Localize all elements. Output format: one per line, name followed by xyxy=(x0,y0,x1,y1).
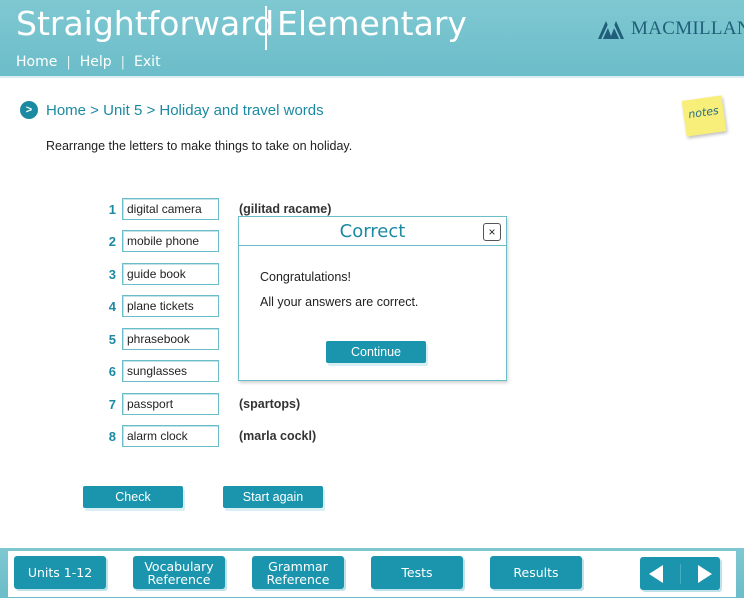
tests-label: Tests xyxy=(401,565,433,580)
answer-input[interactable]: passport xyxy=(122,393,219,415)
nav-home-link[interactable]: Home xyxy=(16,54,57,70)
publisher-name: MACMILLAN xyxy=(631,18,744,39)
dialog-message-body: All your answers are correct. xyxy=(260,295,419,309)
next-arrow-icon[interactable] xyxy=(697,564,712,583)
nav-separator: | xyxy=(120,54,126,70)
previous-arrow-icon[interactable] xyxy=(648,564,663,583)
grammar-label-line2: Reference xyxy=(266,571,330,587)
grammar-label-line1: Grammar xyxy=(268,558,328,574)
answer-input[interactable]: guide book xyxy=(122,263,219,285)
results-label: Results xyxy=(513,565,559,580)
page-navigation xyxy=(640,557,720,590)
units-label: Units 1-12 xyxy=(27,565,93,580)
close-icon[interactable]: × xyxy=(483,223,501,241)
brand-subtitle: Elementary xyxy=(277,4,467,43)
continue-button[interactable]: Continue xyxy=(326,341,426,363)
exercise-row: 1 digital camera (gilitad racame) xyxy=(100,197,331,221)
breadcrumb: > Home > Unit 5 > Holiday and travel wor… xyxy=(20,101,324,119)
exercise-row: 5 phrasebook xyxy=(100,327,219,351)
anagram-clue: (spartops) xyxy=(239,397,301,411)
instruction-text: Rearrange the letters to make things to … xyxy=(46,139,353,153)
item-number: 3 xyxy=(108,266,116,282)
anagram-clue: (marla cockl) xyxy=(239,429,317,443)
dialog-title: Correct xyxy=(239,217,506,246)
publisher-logo-icon xyxy=(598,21,624,40)
exercise-row: 2 mobile phone xyxy=(100,229,219,253)
vocabulary-reference-button[interactable]: Vocabulary Reference xyxy=(133,556,225,589)
answer-input[interactable]: digital camera xyxy=(122,198,219,220)
dialog-message-heading: Congratulations! xyxy=(260,270,352,284)
nav-separator: | xyxy=(66,54,71,70)
notes-sticky-button[interactable]: notes xyxy=(681,95,727,137)
breadcrumb-arrow-icon: > xyxy=(20,101,38,119)
item-number: 4 xyxy=(108,298,116,314)
item-number: 5 xyxy=(108,331,116,347)
vocabulary-label-line1: Vocabulary xyxy=(144,558,214,574)
answer-input[interactable]: alarm clock xyxy=(122,425,219,447)
publisher-logo: MACMILLAN xyxy=(597,14,744,44)
units-button[interactable]: Units 1-12 xyxy=(14,556,106,589)
exercise-row: 4 plane tickets xyxy=(100,294,219,318)
exercise-row: 7 passport (spartops) xyxy=(100,392,300,416)
exercise-row: 6 sunglasses xyxy=(100,359,219,383)
tests-button[interactable]: Tests xyxy=(371,556,463,589)
vocabulary-label-line2: Reference xyxy=(147,571,211,587)
item-number: 7 xyxy=(108,396,116,412)
exercise-row: 8 alarm clock (marla cockl) xyxy=(100,424,316,448)
answer-input[interactable]: phrasebook xyxy=(122,328,219,350)
brand-title: Straightforward xyxy=(16,4,275,43)
nav-help-link[interactable]: Help xyxy=(80,54,112,70)
item-number: 2 xyxy=(108,233,116,249)
results-button[interactable]: Results xyxy=(490,556,582,589)
header-bar: Straightforward Elementary MACMILLAN Hom… xyxy=(0,0,744,78)
brand-divider xyxy=(265,6,267,50)
start-again-button[interactable]: Start again xyxy=(223,486,323,508)
correct-dialog: Correct × Congratulations! All your answ… xyxy=(238,216,507,381)
answer-input[interactable]: sunglasses xyxy=(122,360,219,382)
answer-input[interactable]: plane tickets xyxy=(122,295,219,317)
nav-exit-link[interactable]: Exit xyxy=(134,54,161,70)
check-button[interactable]: Check xyxy=(83,486,183,508)
exercise-row: 3 guide book xyxy=(100,262,219,286)
answer-input[interactable]: mobile phone xyxy=(122,230,219,252)
anagram-clue: (gilitad racame) xyxy=(239,202,332,216)
top-nav: Home | Help | Exit xyxy=(16,54,161,70)
item-number: 6 xyxy=(108,363,116,379)
item-number: 1 xyxy=(108,201,116,217)
grammar-reference-button[interactable]: Grammar Reference xyxy=(252,556,344,589)
nav-divider xyxy=(679,563,681,584)
breadcrumb-text[interactable]: Home > Unit 5 > Holiday and travel words xyxy=(46,102,324,119)
item-number: 8 xyxy=(108,428,116,444)
